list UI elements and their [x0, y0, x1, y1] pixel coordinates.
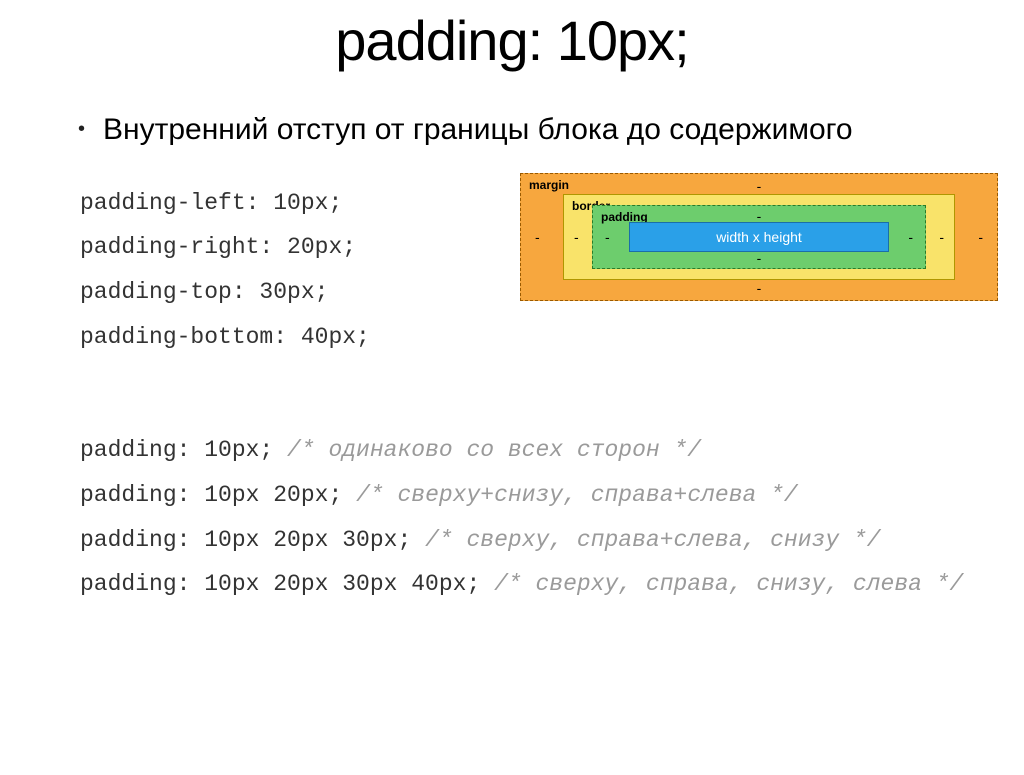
shorthand-code: padding: 10px 20px 30px 40px; — [80, 571, 480, 597]
code-longhand-block: padding-left: 10px; padding-right: 20px;… — [60, 181, 520, 360]
box-model-diagram: margin - - - - border - - padding - - - — [520, 173, 998, 301]
bullet-text: Внутренний отступ от границы блока до со… — [103, 111, 853, 149]
shorthand-comment: /* сверху, справа, снизу, слева */ — [494, 571, 963, 597]
content-label: width x height — [716, 229, 802, 245]
shorthand-line: padding: 10px 20px 30px; /* сверху, спра… — [80, 518, 964, 563]
dash-mark: - — [535, 229, 540, 245]
dash-mark: - — [908, 229, 913, 245]
dash-mark: - — [978, 229, 983, 245]
code-line: padding-top: 30px; — [80, 270, 520, 315]
shorthand-code: padding: 10px 20px 30px; — [80, 527, 411, 553]
border-box: border - - padding - - - - width x heigh… — [563, 194, 955, 280]
margin-label: margin — [529, 178, 569, 192]
dash-mark: - — [939, 229, 944, 245]
bullet-dot-icon: • — [78, 111, 85, 147]
shorthand-code: padding: 10px 20px; — [80, 482, 342, 508]
shorthand-code: padding: 10px; — [80, 437, 273, 463]
dash-mark: - — [757, 250, 762, 266]
shorthand-comment: /* сверху+снизу, справа+слева */ — [356, 482, 798, 508]
shorthand-line: padding: 10px 20px; /* сверху+снизу, спр… — [80, 473, 964, 518]
code-line: padding-right: 20px; — [80, 225, 520, 270]
code-line: padding-left: 10px; — [80, 181, 520, 226]
shorthand-line: padding: 10px; /* одинаково со всех стор… — [80, 428, 964, 473]
shorthand-comment: /* одинаково со всех сторон */ — [287, 437, 701, 463]
slide-title: padding: 10px; — [60, 8, 964, 73]
margin-box: margin - - - - border - - padding - - - — [520, 173, 998, 301]
bullet-item: • Внутренний отступ от границы блока до … — [78, 111, 964, 149]
dash-mark: - — [574, 229, 579, 245]
dash-mark: - — [757, 280, 762, 296]
dash-mark: - — [605, 229, 610, 245]
shorthand-line: padding: 10px 20px 30px 40px; /* сверху,… — [80, 562, 964, 607]
shorthand-comment: /* сверху, справа+слева, снизу */ — [425, 527, 880, 553]
content-box: width x height — [629, 222, 889, 252]
code-line: padding-bottom: 40px; — [80, 315, 520, 360]
padding-box: padding - - - - width x height — [592, 205, 926, 269]
dash-mark: - — [757, 178, 762, 194]
code-shorthand-block: padding: 10px; /* одинаково со всех стор… — [60, 428, 964, 607]
